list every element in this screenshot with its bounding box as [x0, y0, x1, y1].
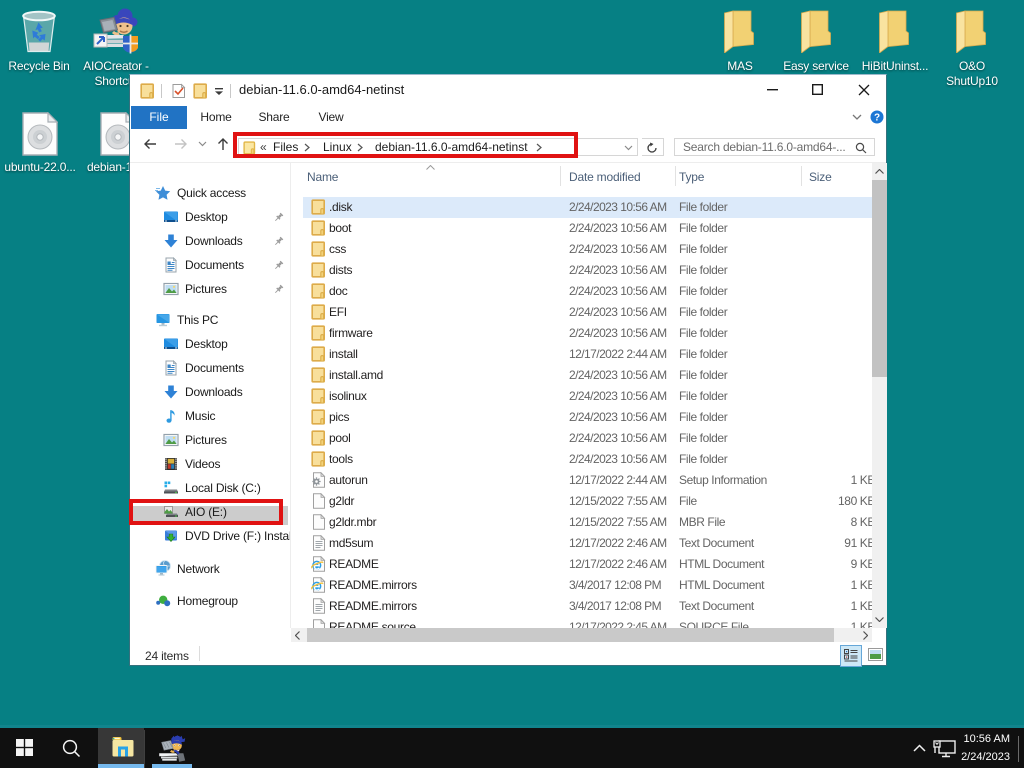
svg-text:?: ?	[874, 113, 880, 124]
